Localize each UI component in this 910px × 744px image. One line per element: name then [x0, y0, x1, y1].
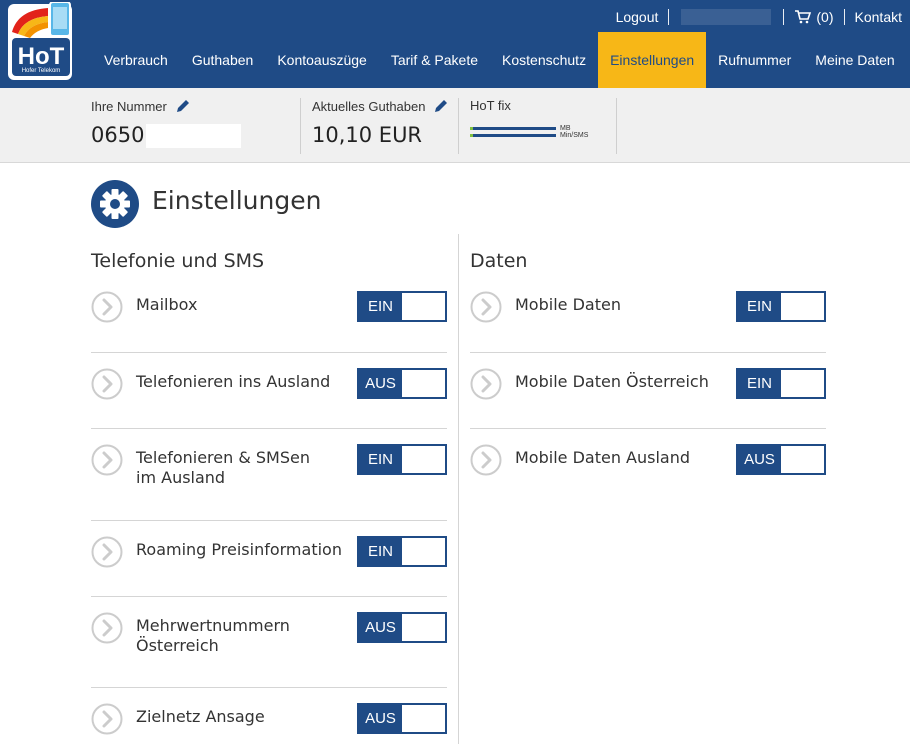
row-divider	[91, 596, 447, 597]
hot-logo[interactable]: HoT Hofer Telekom	[8, 2, 74, 80]
setting-label: Mobile Daten	[515, 295, 621, 314]
edit-balance-icon[interactable]	[433, 98, 449, 114]
toggle-knob	[781, 370, 824, 397]
chevron-right-icon[interactable]	[91, 536, 123, 568]
setting-label: Mobile Daten Ausland	[515, 448, 691, 467]
page-title: Einstellungen	[152, 186, 322, 215]
top-header: HoT Hofer Telekom Logout (0) Kontakt Ver…	[0, 0, 910, 88]
setting-label: Telefonieren ins Ausland	[136, 372, 331, 391]
setting-toggle[interactable]: EIN	[736, 368, 826, 399]
divider	[300, 98, 301, 154]
divider	[843, 9, 845, 25]
toggle-knob	[402, 705, 445, 732]
divider	[783, 9, 785, 25]
toggle-knob	[781, 293, 824, 320]
setting-label: Mailbox	[136, 295, 198, 314]
toggle-state-label: AUS	[359, 705, 402, 732]
chevron-right-icon[interactable]	[91, 612, 123, 644]
toggle-state-label: EIN	[359, 293, 402, 320]
plan-min-bar	[470, 134, 556, 137]
number-info: Ihre Nummer 0650	[91, 98, 242, 156]
row-divider	[91, 352, 447, 353]
toggle-state-label: AUS	[738, 446, 781, 473]
nav-kostenschutz[interactable]: Kostenschutz	[490, 32, 598, 88]
column-divider	[458, 234, 459, 744]
toggle-knob	[402, 538, 445, 565]
nav-kontoauszuege[interactable]: Kontoauszüge	[265, 32, 379, 88]
plan-mb-bar	[470, 127, 556, 130]
toggle-state-label: AUS	[359, 614, 402, 641]
toggle-state-label: EIN	[738, 293, 781, 320]
toggle-knob	[781, 446, 824, 473]
chevron-right-icon[interactable]	[91, 703, 123, 735]
balance-info: Aktuelles Guthaben 10,10 EUR	[312, 98, 449, 156]
logo-text: HoT	[18, 43, 65, 70]
section-title-telefonie: Telefonie und SMS	[91, 250, 265, 272]
setting-toggle[interactable]: AUS	[736, 444, 826, 475]
top-links: Logout (0) Kontakt	[616, 8, 902, 26]
row-divider	[470, 428, 826, 429]
setting-toggle[interactable]: AUS	[357, 612, 447, 643]
nav-verbrauch[interactable]: Verbrauch	[92, 32, 180, 88]
setting-toggle[interactable]: EIN	[357, 291, 447, 322]
row-divider	[470, 352, 826, 353]
nav-meine-daten[interactable]: Meine Daten	[803, 32, 906, 88]
cart-icon	[795, 10, 812, 24]
setting-label: Mobile Daten Österreich	[515, 372, 709, 391]
number-value: 0650	[91, 123, 145, 147]
plan-info: HoT fix MB Min/SMS	[470, 98, 588, 156]
plan-min-label: Min/SMS	[560, 132, 589, 139]
section-title-daten: Daten	[470, 250, 528, 272]
setting-label: Telefonieren & SMSen im Ausland	[136, 448, 310, 487]
hidden-number-field	[146, 124, 242, 148]
toggle-state-label: AUS	[359, 370, 402, 397]
toggle-knob	[402, 293, 445, 320]
row-divider	[91, 687, 447, 688]
divider	[616, 98, 617, 154]
setting-toggle[interactable]: AUS	[357, 368, 447, 399]
row-divider	[91, 428, 447, 429]
chevron-right-icon[interactable]	[91, 368, 123, 400]
setting-toggle[interactable]: EIN	[357, 536, 447, 567]
setting-label: Zielnetz Ansage	[136, 707, 265, 726]
nav-tarif-pakete[interactable]: Tarif & Pakete	[379, 32, 490, 88]
contact-link[interactable]: Kontakt	[855, 9, 902, 25]
toggle-state-label: EIN	[738, 370, 781, 397]
chevron-right-icon[interactable]	[470, 291, 502, 323]
edit-number-icon[interactable]	[175, 98, 191, 114]
cart-link[interactable]: (0)	[794, 9, 834, 25]
nav-rufnummer[interactable]: Rufnummer	[706, 32, 803, 88]
toggle-knob	[402, 446, 445, 473]
balance-label: Aktuelles Guthaben	[312, 98, 426, 114]
setting-toggle[interactable]: EIN	[357, 444, 447, 475]
toggle-knob	[402, 370, 445, 397]
setting-label: Roaming Preisinformation	[136, 540, 342, 559]
number-label: Ihre Nummer	[91, 98, 167, 114]
plan-label: HoT fix	[470, 98, 511, 113]
logout-link[interactable]: Logout	[616, 9, 659, 25]
nav-guthaben[interactable]: Guthaben	[180, 32, 266, 88]
divider	[458, 98, 459, 154]
nav-einstellungen[interactable]: Einstellungen	[598, 32, 707, 88]
divider	[668, 9, 670, 25]
toggle-state-label: EIN	[359, 446, 402, 473]
logo-subtext: Hofer Telekom	[22, 68, 61, 74]
chevron-right-icon[interactable]	[470, 368, 502, 400]
gear-icon	[91, 180, 139, 228]
setting-label: Mehrwertnummern Österreich	[136, 616, 290, 655]
chevron-right-icon[interactable]	[91, 291, 123, 323]
setting-toggle[interactable]: AUS	[357, 703, 447, 734]
balance-value: 10,10 EUR	[312, 123, 423, 147]
setting-toggle[interactable]: EIN	[736, 291, 826, 322]
hidden-user-field	[681, 9, 772, 25]
chevron-right-icon[interactable]	[91, 444, 123, 476]
toggle-state-label: EIN	[359, 538, 402, 565]
plan-mb-label: MB	[560, 125, 571, 132]
account-info-bar: Ihre Nummer 0650 Aktuelles Guthaben 10,1…	[0, 88, 910, 163]
row-divider	[91, 520, 447, 521]
chevron-right-icon[interactable]	[470, 444, 502, 476]
toggle-knob	[402, 614, 445, 641]
main-nav: Verbrauch Guthaben Kontoauszüge Tarif & …	[92, 32, 907, 88]
cart-count: (0)	[816, 9, 834, 25]
